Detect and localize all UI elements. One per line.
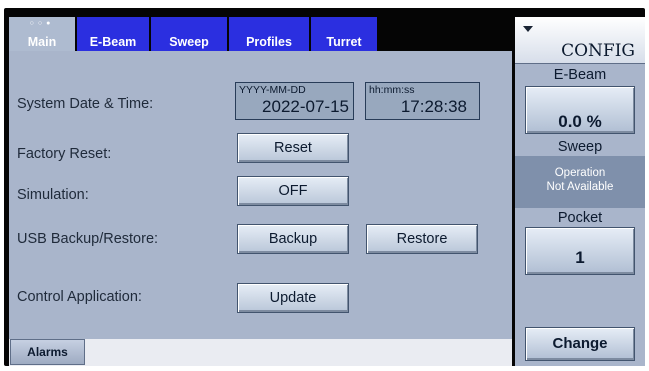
time-field[interactable]: hh:mm:ss 17:28:38	[365, 82, 480, 120]
time-format-hint: hh:mm:ss	[369, 84, 415, 96]
pocket-value: 1	[575, 248, 585, 267]
backup-button[interactable]: Backup	[237, 224, 349, 254]
tab-profiles-label: Profiles	[246, 35, 292, 49]
ebeam-side-label: E-Beam	[553, 67, 607, 83]
sweep-status-line2: Not Available	[546, 181, 614, 193]
restore-button[interactable]: Restore	[366, 224, 478, 254]
usb-backup-restore-label: USB Backup/Restore:	[17, 231, 159, 247]
dots-icon: ○○●	[29, 20, 55, 27]
control-application-label: Control Application:	[17, 289, 142, 305]
tab-sweep[interactable]: Sweep	[151, 17, 227, 51]
reset-button[interactable]: Reset	[237, 133, 349, 163]
config-dropdown[interactable]: CONFIG	[515, 17, 645, 64]
time-value: 17:28:38	[400, 97, 467, 116]
alarms-button[interactable]: Alarms	[10, 339, 85, 365]
config-label: CONFIG	[561, 41, 635, 61]
date-format-hint: YYYY-MM-DD	[239, 84, 306, 96]
sweep-status: Operation Not Available	[515, 156, 645, 208]
sweep-side-label: Sweep	[557, 139, 603, 155]
side-panel: CONFIG E-Beam 0.0 % Sweep Operation Not …	[515, 17, 645, 366]
change-button[interactable]: Change	[525, 327, 635, 361]
ebeam-value: 0.0 %	[558, 112, 602, 131]
pocket-side-label: Pocket	[557, 210, 603, 226]
pocket-value-button[interactable]: 1	[525, 227, 635, 275]
simulation-toggle-button[interactable]: OFF	[237, 176, 349, 206]
dropdown-arrow-icon	[523, 26, 533, 32]
sweep-status-line1: Operation	[554, 167, 606, 179]
simulation-label: Simulation:	[17, 187, 89, 203]
tab-e-beam[interactable]: E-Beam	[77, 17, 149, 51]
ebeam-value-button[interactable]: 0.0 %	[525, 86, 635, 134]
date-field[interactable]: YYYY-MM-DD 2022-07-15	[235, 82, 354, 120]
tab-main-label: Main	[27, 35, 57, 49]
tab-e-beam-label: E-Beam	[89, 35, 137, 49]
update-button[interactable]: Update	[237, 283, 349, 313]
factory-reset-label: Factory Reset:	[17, 146, 112, 162]
date-value: 2022-07-15	[262, 97, 349, 116]
date-time-label: System Date & Time:	[17, 96, 154, 112]
tab-turret-label: Turret	[326, 35, 362, 49]
tab-turret[interactable]: Turret	[311, 17, 377, 51]
tab-sweep-label: Sweep	[169, 35, 209, 49]
tab-profiles[interactable]: Profiles	[229, 17, 309, 51]
change-button-label: Change	[552, 335, 608, 352]
tab-main[interactable]: ○○● Main	[9, 17, 75, 51]
